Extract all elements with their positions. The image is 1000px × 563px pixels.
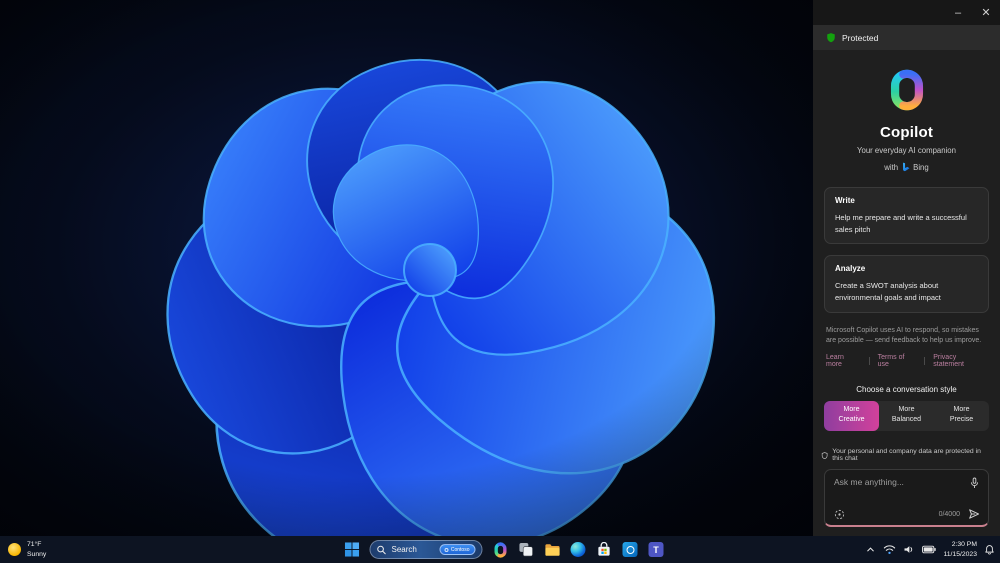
style-option-line1: More	[843, 405, 860, 413]
copilot-logo-icon	[890, 69, 923, 111]
org-badge-label: Contoso	[450, 546, 470, 553]
file-explorer-icon	[544, 543, 560, 556]
style-option-line2: Precise	[949, 416, 974, 423]
with-label: with	[884, 162, 899, 172]
search-label: Search	[391, 545, 417, 554]
with-bing-row: with Bing	[813, 162, 1000, 172]
style-option-balanced[interactable]: More Balanced	[879, 401, 934, 431]
copilot-taskbar-icon	[494, 541, 506, 558]
style-option-creative[interactable]: More Creative	[824, 400, 879, 431]
start-button[interactable]	[344, 541, 361, 558]
tray-date: 11/15/2023	[943, 550, 977, 558]
microphone-icon[interactable]	[969, 477, 980, 489]
close-button[interactable]: ✕	[972, 0, 1000, 25]
learn-more-link[interactable]: Learn more	[826, 354, 861, 368]
char-counter: 0/4000	[938, 510, 960, 518]
card-title: Analyze	[835, 264, 866, 274]
style-option-line2: Creative	[838, 416, 865, 423]
suggestion-card-analyze[interactable]: Analyze Create a SWOT analysis about env…	[824, 255, 989, 313]
taskbar-app-store[interactable]	[596, 541, 613, 558]
clock-widget[interactable]: 2:30 PM 11/15/2023	[943, 540, 977, 558]
privacy-shield-icon	[821, 451, 828, 459]
link-divider	[924, 356, 926, 365]
chat-input[interactable]	[834, 477, 962, 487]
protected-label: Protected	[842, 32, 879, 43]
copilot-hero: Copilot Your everyday AI companion with …	[813, 50, 1000, 172]
data-protection-text: Your personal and company data are prote…	[832, 448, 981, 462]
flex-spacer	[813, 431, 1000, 449]
conversation-style-label: Choose a conversation style	[856, 384, 957, 394]
style-option-line2: Balanced	[891, 416, 922, 423]
ai-disclaimer: Microsoft Copilot uses AI to respond, so…	[826, 326, 982, 345]
legal-links: Learn more Terms of use Privacy statemen…	[826, 354, 987, 368]
bloom-wallpaper-art	[0, 0, 813, 536]
search-icon	[377, 545, 386, 554]
edge-icon	[570, 542, 586, 557]
bing-icon	[903, 162, 910, 172]
notification-bell-icon[interactable]	[984, 544, 995, 556]
weather-widget[interactable]: 71°F Sunny	[8, 536, 46, 563]
data-protection-note: Your personal and company data are prote…	[813, 448, 1000, 462]
microsoft-store-icon	[598, 542, 610, 556]
tray-time: 2:30 PM	[951, 541, 977, 549]
input-bottom-row: 0/4000	[834, 508, 980, 520]
weather-temperature: 71°F	[27, 541, 42, 549]
taskbar-center: Search Contoso T	[344, 536, 665, 563]
weather-text: 71°F Sunny	[27, 540, 46, 558]
taskbar-app-task-view[interactable]	[518, 541, 535, 558]
taskbar: 71°F Sunny Search Contoso T 2:30 PM 11/1…	[0, 536, 1000, 563]
org-badge-icon	[444, 547, 449, 552]
protected-shield-icon	[827, 33, 835, 43]
taskbar-app-outlook[interactable]	[622, 541, 639, 558]
chevron-up-icon[interactable]	[865, 544, 876, 555]
taskbar-app-edge[interactable]	[570, 541, 587, 558]
taskbar-search[interactable]: Search Contoso	[369, 540, 483, 559]
taskbar-app-copilot[interactable]	[492, 541, 509, 558]
screen: – ✕ Protected Copilot Your everyday AI c…	[0, 0, 1000, 563]
taskbar-app-teams[interactable]: T	[648, 541, 665, 558]
sidebar-titlebar: – ✕	[813, 0, 1000, 25]
task-view-icon	[519, 542, 533, 557]
teams-icon: T	[648, 542, 664, 557]
taskbar-app-file-explorer[interactable]	[544, 541, 561, 558]
search-org-badge: Contoso	[439, 544, 476, 555]
copilot-title: Copilot	[879, 124, 934, 141]
privacy-statement-link[interactable]: Privacy statement	[933, 354, 987, 368]
windows-logo-icon	[344, 542, 360, 557]
sunny-icon	[8, 543, 21, 556]
volume-icon[interactable]	[903, 544, 915, 555]
link-divider	[868, 356, 870, 365]
suggestion-card-write[interactable]: Write Help me prepare and write a succes…	[824, 187, 989, 245]
copilot-subtitle: Your everyday AI companion	[857, 146, 956, 155]
wifi-icon[interactable]	[883, 544, 896, 555]
system-tray: 2:30 PM 11/15/2023	[865, 536, 995, 563]
bing-label: Bing	[913, 162, 929, 172]
card-title: Write	[835, 196, 855, 205]
protected-banner: Protected	[813, 25, 1000, 50]
card-body: Create a SWOT analysis about environment…	[835, 281, 941, 302]
screenshot-icon[interactable]	[834, 509, 845, 520]
minimize-button[interactable]: –	[944, 0, 972, 25]
weather-condition: Sunny	[27, 550, 47, 558]
style-option-line1: More	[898, 405, 915, 413]
conversation-style-picker: More Creative More Balanced More Precise	[824, 400, 989, 431]
copilot-sidebar: – ✕ Protected Copilot Your everyday AI c…	[813, 0, 1000, 536]
outlook-icon	[622, 542, 638, 557]
chat-input-box[interactable]: 0/4000	[824, 469, 989, 527]
card-body: Help me prepare and write a successful s…	[835, 213, 967, 234]
style-option-precise[interactable]: More Precise	[934, 401, 989, 431]
terms-of-use-link[interactable]: Terms of use	[878, 354, 917, 368]
desktop-wallpaper	[0, 0, 813, 536]
style-option-line1: More	[953, 405, 970, 413]
send-icon[interactable]	[968, 508, 980, 520]
battery-icon[interactable]	[922, 545, 937, 554]
